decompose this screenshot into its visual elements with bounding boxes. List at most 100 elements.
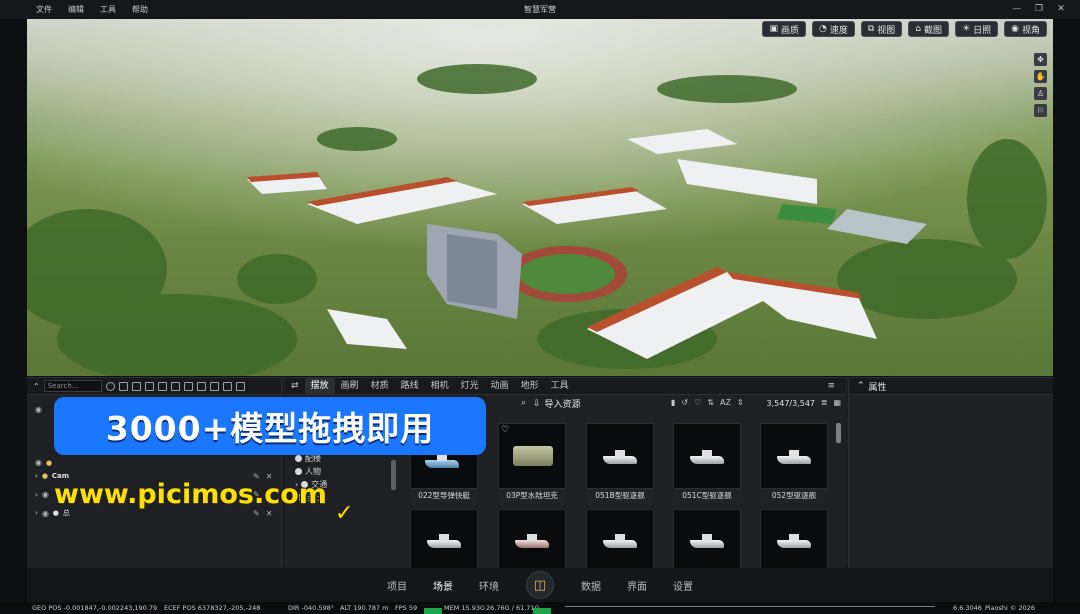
boat-model-icon [425,454,459,468]
asset-scrollbar[interactable] [836,423,841,443]
ship-model-icon [690,450,724,464]
select-icon[interactable] [118,381,128,391]
properties-panel: ⌃ 属性 [848,378,1053,568]
film-icon[interactable] [170,381,180,391]
nav-settings[interactable]: 设置 [660,578,706,593]
ship-model-icon [603,450,637,464]
eye-icon[interactable]: ◉ [35,458,42,467]
hand-icon[interactable]: ✋ [1034,70,1047,83]
expand-icon[interactable]: › [35,509,38,517]
sunlight-button[interactable]: ☀ 日照 [955,21,999,37]
asset-caption: 03P型水陆坦克 [498,489,566,503]
tab-material[interactable]: 材质 [365,378,395,395]
panel-menu-icon[interactable]: ≡ [821,378,841,395]
list-icon[interactable] [235,381,245,391]
filter-icon[interactable]: ⇕ [737,398,744,407]
asset-card[interactable]: 051C型驱逐舰 [673,423,741,505]
tab-toggle[interactable]: ⇄ [285,378,305,395]
eye-icon: ◉ [1011,24,1019,34]
asset-count: 3,547/3,547 [766,399,816,408]
person-icon[interactable]: ♙ [1034,87,1047,100]
close-icon[interactable]: ✕ [1056,3,1066,15]
nav-interface[interactable]: 界面 [614,578,660,593]
expand-icon[interactable]: › [35,491,38,499]
collapse-icon[interactable]: ⌃ [33,382,40,391]
ship-model-icon [690,534,724,548]
tab-route[interactable]: 路线 [395,378,425,395]
asset-caption: 052型驱逐舰 [760,489,828,503]
asset-tabs: ⇄ 摆放 画刷 材质 路线 相机 灯光 动画 地形 工具 ≡ [285,377,845,395]
bottom-nav: 项目 场景 环境 ◫ 数据 界面 设置 [27,568,1053,602]
table-icon[interactable] [222,381,232,391]
nav-data[interactable]: 数据 [568,578,614,593]
eye-icon[interactable]: ◉ [42,509,49,518]
eye-icon[interactable]: ◉ [42,490,49,499]
screenshot-button[interactable]: ⌂ 截图 [908,21,950,37]
copy-icon[interactable] [183,381,193,391]
trash-icon[interactable]: ▮ [671,398,675,407]
frame-icon[interactable] [131,381,141,391]
restore-icon[interactable]: ❐ [1034,3,1044,15]
collapse-icon[interactable]: ⌃ [857,381,865,391]
camera-small-icon[interactable] [144,381,154,391]
asset-card[interactable]: 051B型驱逐舰 [586,423,654,505]
viewport-side-tools: ✥ ✋ ♙ ⚐ [1034,53,1047,117]
nav-scene[interactable]: 场景 [420,578,466,593]
grid-view-icon[interactable]: ▦ [833,398,841,407]
nav-project[interactable]: 项目 [374,578,420,593]
view-button[interactable]: ⧉ 视图 [860,21,903,37]
category-scrollbar[interactable] [391,460,396,490]
quality-button[interactable]: ▣ 画质 [762,21,806,37]
perspective-button[interactable]: ◉ 视角 [1004,21,1047,37]
tree-row[interactable]: ◉ [35,405,42,414]
minimize-icon[interactable]: — [1012,3,1022,15]
tree-row[interactable]: › ◉ ✎ ✕ [35,490,272,499]
direction: DIR -040.598° [288,604,334,612]
promo-url: www.picimos.com [54,479,327,510]
expand-icon[interactable]: › [35,472,38,480]
tab-terrain[interactable]: 地形 [515,378,545,395]
tab-animation[interactable]: 动画 [485,378,515,395]
sort-icon[interactable]: ⇅ [707,398,714,407]
menu-file[interactable]: 文件 [28,4,60,15]
menu-tools[interactable]: 工具 [92,4,124,15]
menu-help[interactable]: 帮助 [124,4,156,15]
favorite-icon[interactable]: ♡ [501,425,509,435]
favorite-icon[interactable]: ♡ [694,398,701,407]
tree-row[interactable]: ◉ ● [35,458,52,467]
ship-model-icon [777,450,811,464]
speed-button[interactable]: ◔ 速度 [811,21,855,37]
list-view-icon[interactable]: ≣ [821,398,828,407]
tab-light[interactable]: 灯光 [455,378,485,395]
scene-viewport[interactable]: ▣ 画质 ◔ 速度 ⧉ 视图 ⌂ 截图 ☀ 日照 ◉ 视角 ✥ ✋ ♙ ⚐ [27,19,1053,376]
import-assets-button[interactable]: ⇩ 导入资源 [533,397,581,411]
move-icon[interactable]: ✥ [1034,53,1047,66]
tab-tools[interactable]: 工具 [545,378,575,395]
asset-caption: 051B型驱逐舰 [586,489,654,503]
refresh-icon[interactable] [105,381,115,391]
square-icon[interactable] [196,381,206,391]
category-people[interactable]: 人物 [291,465,391,478]
asset-card[interactable]: 052型驱逐舰 [760,423,828,505]
fly-icon[interactable]: ⚐ [1034,104,1047,117]
app-logo-icon[interactable]: ◫ [526,571,554,599]
view-mode-icons: ≣ ▦ [821,398,841,407]
grid-icon[interactable] [209,381,219,391]
version: 6.6.3046 [953,604,982,612]
history-icon[interactable]: ↺ [681,398,688,407]
nav-environment[interactable]: 环境 [466,578,512,593]
scene-search-input[interactable]: Search... [43,380,102,392]
asset-thumbnail [498,509,566,575]
image-small-icon[interactable] [157,381,167,391]
eye-icon[interactable]: ◉ [35,405,42,414]
asset-card[interactable]: ♡ 03P型水陆坦克 [498,423,566,505]
tab-camera[interactable]: 相机 [425,378,455,395]
menu-edit[interactable]: 编辑 [60,4,92,15]
tab-place[interactable]: 摆放 [304,377,335,395]
tab-brush[interactable]: 画刷 [335,378,365,395]
sort-az-icon[interactable]: AZ [720,398,731,407]
search-icon[interactable]: ⌕ [521,398,526,408]
asset-thumbnail: ♡ [498,423,566,489]
ship-model-icon [515,534,549,548]
asset-thumbnail [673,509,741,575]
